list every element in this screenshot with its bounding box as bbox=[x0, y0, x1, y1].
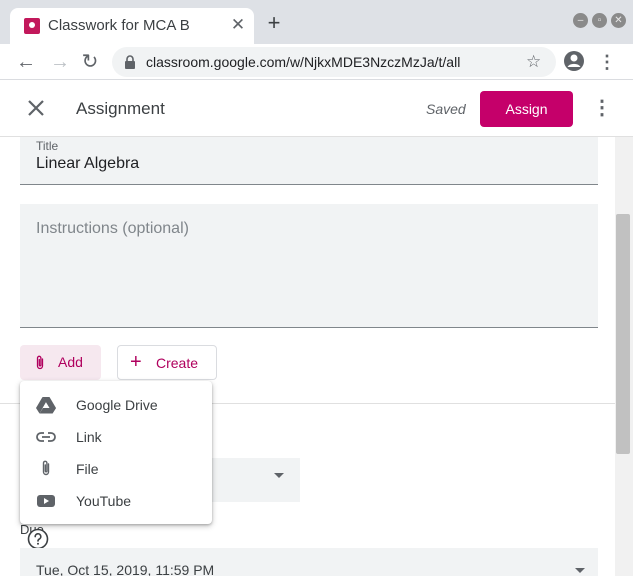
menu-item-label: Google Drive bbox=[76, 397, 158, 413]
title-field[interactable]: Title Linear Algebra bbox=[20, 137, 598, 185]
due-dropdown-arrow-icon bbox=[575, 568, 585, 573]
menu-item-link[interactable]: Link bbox=[20, 421, 212, 453]
browser-toolbar: ← → ↻ classroom.google.com/w/NjkxMDE3Nzc… bbox=[0, 44, 633, 80]
help-icon[interactable] bbox=[27, 528, 49, 550]
window-close-button[interactable]: ✕ bbox=[611, 13, 626, 28]
assignment-header: Assignment Saved Assign ⋮ bbox=[0, 80, 633, 137]
add-button[interactable]: Add bbox=[20, 345, 101, 380]
create-button-label: Create bbox=[156, 355, 199, 371]
address-bar[interactable]: classroom.google.com/w/NjkxMDE3NzczMzJa/… bbox=[112, 47, 556, 77]
back-arrow-icon[interactable]: ← bbox=[14, 50, 38, 74]
instructions-placeholder: Instructions (optional) bbox=[36, 220, 189, 237]
dropdown-arrow-icon[interactable] bbox=[274, 473, 284, 478]
tab-close-icon[interactable]: ✕ bbox=[228, 15, 248, 35]
create-button[interactable]: + Create bbox=[117, 345, 217, 380]
paperclip-icon bbox=[36, 355, 44, 370]
title-input[interactable]: Linear Algebra bbox=[36, 155, 139, 173]
browser-menu-icon[interactable]: ⋮ bbox=[598, 50, 616, 74]
url-text[interactable]: classroom.google.com/w/NjkxMDE3NzczMzJa/… bbox=[146, 54, 460, 70]
classroom-favicon-icon bbox=[24, 18, 40, 34]
add-menu: Google Drive Link File YouTube bbox=[20, 381, 212, 524]
account-icon[interactable] bbox=[563, 50, 585, 72]
lock-icon bbox=[125, 55, 135, 69]
add-button-label: Add bbox=[58, 354, 83, 370]
google-drive-icon bbox=[36, 397, 56, 414]
menu-item-label: YouTube bbox=[76, 493, 132, 509]
plus-icon: + bbox=[130, 351, 142, 373]
bookmark-star-icon[interactable]: ☆ bbox=[526, 52, 541, 72]
points-select[interactable] bbox=[212, 458, 300, 502]
menu-item-label: Link bbox=[76, 429, 102, 445]
new-tab-button[interactable]: + bbox=[263, 12, 285, 34]
maximize-button[interactable]: ▫ bbox=[592, 13, 607, 28]
tab-title: Classwork for MCA B bbox=[48, 17, 190, 34]
minimize-button[interactable]: – bbox=[573, 13, 588, 28]
menu-item-google-drive[interactable]: Google Drive bbox=[20, 389, 212, 421]
more-options-icon[interactable]: ⋮ bbox=[592, 94, 612, 122]
browser-tab[interactable]: Classwork for MCA B ✕ bbox=[10, 8, 254, 44]
instructions-field[interactable]: Instructions (optional) bbox=[20, 204, 598, 328]
menu-item-youtube[interactable]: YouTube bbox=[20, 485, 212, 517]
link-icon bbox=[36, 432, 56, 442]
youtube-icon bbox=[37, 495, 55, 507]
assign-button[interactable]: Assign bbox=[480, 91, 573, 127]
title-field-label: Title bbox=[36, 139, 59, 153]
menu-item-file[interactable]: File bbox=[20, 453, 212, 485]
save-status: Saved bbox=[426, 101, 466, 117]
menu-item-label: File bbox=[76, 461, 99, 477]
scrollbar-thumb[interactable] bbox=[616, 214, 630, 454]
reload-icon[interactable]: ↻ bbox=[78, 50, 102, 74]
browser-titlebar: Classwork for MCA B ✕ + – ▫ ✕ bbox=[0, 0, 633, 44]
forward-arrow-icon[interactable]: → bbox=[48, 50, 72, 74]
due-date-value: Tue, Oct 15, 2019, 11:59 PM bbox=[36, 562, 215, 576]
page-title: Assignment bbox=[76, 99, 165, 118]
due-date-select[interactable]: Tue, Oct 15, 2019, 11:59 PM bbox=[20, 548, 598, 576]
paperclip-icon bbox=[42, 460, 50, 476]
close-icon[interactable] bbox=[22, 94, 50, 122]
